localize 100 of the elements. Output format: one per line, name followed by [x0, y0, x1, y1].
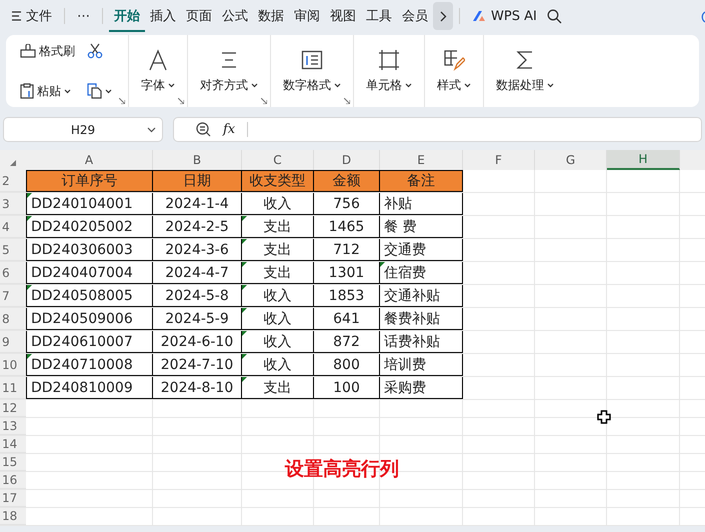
table-cell: 交通费: [380, 239, 463, 261]
table-cell: 2024-5-9: [153, 308, 242, 330]
row-number[interactable]: 9: [0, 331, 26, 353]
column-header[interactable]: F: [463, 150, 535, 170]
row-number[interactable]: 18: [0, 508, 26, 525]
crosshair-cursor-icon: [597, 410, 611, 424]
header-cell: 金额: [314, 170, 380, 192]
caret-icon: [147, 127, 156, 133]
table-cell: 支出: [242, 216, 314, 238]
ribbon-tab[interactable]: 页面: [181, 0, 217, 32]
function-button[interactable]: fx: [223, 122, 236, 137]
formula-field[interactable]: fx: [173, 117, 702, 142]
table-cell: DD240509006: [26, 308, 153, 330]
row-number[interactable]: 17: [0, 490, 26, 507]
more-button[interactable]: ⋯: [71, 8, 96, 24]
scroll-tabs-button[interactable]: [433, 2, 453, 30]
ribbon-group-button[interactable]: 单元格: [354, 35, 425, 107]
table-cell: DD240205002: [26, 216, 153, 238]
launcher-icon[interactable]: [178, 98, 184, 104]
file-label: 文件: [26, 8, 52, 25]
table-cell: 补贴: [380, 193, 463, 215]
table-cell: 872: [314, 331, 380, 353]
table-cell: 800: [314, 354, 380, 376]
table-cell: 餐 费: [380, 216, 463, 238]
header-cell: 订单序号: [26, 170, 153, 192]
table-cell: 756: [314, 193, 380, 215]
file-menu[interactable]: 文件: [6, 7, 58, 25]
row-number[interactable]: 8: [0, 308, 26, 330]
caret-icon: [405, 82, 412, 88]
cut-icon[interactable]: [87, 43, 103, 59]
table-cell: 100: [314, 377, 380, 399]
table-cell: 2024-3-6: [153, 239, 242, 261]
table-cell: DD240508005: [26, 285, 153, 307]
table-cell: 2024-1-4: [153, 193, 242, 215]
ribbon-tab[interactable]: 视图: [325, 0, 361, 32]
table-cell: DD240610007: [26, 331, 153, 353]
row-number[interactable]: 13: [0, 418, 26, 435]
name-box[interactable]: H29: [3, 117, 163, 142]
ribbon-tab[interactable]: 工具: [361, 0, 397, 32]
row-number[interactable]: 12: [0, 400, 26, 417]
row-number[interactable]: 3: [0, 193, 26, 215]
caret-icon: [105, 88, 112, 94]
cell-icon: [378, 48, 400, 70]
ribbon-group-button[interactable]: 字体: [129, 35, 188, 107]
row-number[interactable]: 2: [0, 170, 26, 192]
row-number[interactable]: 6: [0, 262, 26, 284]
format-painter-button[interactable]: 格式刷: [20, 42, 75, 60]
ribbon-tab[interactable]: 公式: [217, 0, 253, 32]
row-number[interactable]: 15: [0, 454, 26, 471]
table-cell: 2024-7-10: [153, 354, 242, 376]
launcher-icon[interactable]: [119, 98, 125, 104]
table-cell: 641: [314, 308, 380, 330]
row-number[interactable]: 16: [0, 472, 26, 489]
caret-icon: [251, 82, 258, 88]
table-cell: 住宿费: [380, 262, 463, 284]
column-header[interactable]: H: [607, 150, 680, 170]
launcher-icon[interactable]: [261, 98, 267, 104]
ribbon-group-button[interactable]: 对齐方式: [188, 35, 271, 107]
ribbon-tab[interactable]: 会员: [397, 0, 433, 32]
table-cell: 采购费: [380, 377, 463, 399]
copy-icon: [87, 83, 102, 99]
caret-icon: [334, 82, 341, 88]
table-cell: DD240407004: [26, 262, 153, 284]
search-icon[interactable]: [546, 8, 562, 24]
ribbon-tab[interactable]: 开始: [109, 0, 145, 32]
header-cell: 日期: [153, 170, 242, 192]
table-cell: 支出: [242, 239, 314, 261]
number-format-icon: [301, 48, 323, 70]
select-all-icon[interactable]: [10, 160, 16, 166]
table-cell: 支出: [242, 377, 314, 399]
row-number[interactable]: 10: [0, 354, 26, 376]
caret-icon: [168, 82, 175, 88]
chevron-right-icon: [440, 10, 446, 22]
ribbon-group-button[interactable]: 数字格式: [271, 35, 354, 107]
row-number[interactable]: 14: [0, 436, 26, 453]
ribbon-tab[interactable]: 数据: [253, 0, 289, 32]
ribbon-group-button[interactable]: 数据处理: [484, 35, 566, 107]
launcher-icon[interactable]: [344, 98, 350, 104]
table-cell: 收入: [242, 285, 314, 307]
row-number[interactable]: 7: [0, 285, 26, 307]
row-number[interactable]: 11: [0, 377, 26, 399]
row-number[interactable]: 5: [0, 239, 26, 261]
row-number[interactable]: 4: [0, 216, 26, 238]
copy-button[interactable]: [87, 83, 112, 99]
table-cell: 收入: [242, 331, 314, 353]
table-cell: 2024-4-7: [153, 262, 242, 284]
zoom-out-icon[interactable]: [196, 122, 211, 137]
ribbon-tab[interactable]: 插入: [145, 0, 181, 32]
ai-button[interactable]: WPS AI: [466, 8, 543, 24]
table-cell: 支出: [242, 262, 314, 284]
table-cell: 培训费: [380, 354, 463, 376]
table-cell: 2024-6-10: [153, 331, 242, 353]
paste-button[interactable]: 粘贴: [20, 82, 75, 100]
table-cell: DD240710008: [26, 354, 153, 376]
ribbon-group-button[interactable]: 样式: [425, 35, 484, 107]
table-cell: 交通补贴: [380, 285, 463, 307]
caret-icon: [547, 82, 554, 88]
table-cell: 712: [314, 239, 380, 261]
table-cell: 收入: [242, 193, 314, 215]
ribbon-tab[interactable]: 审阅: [289, 0, 325, 32]
